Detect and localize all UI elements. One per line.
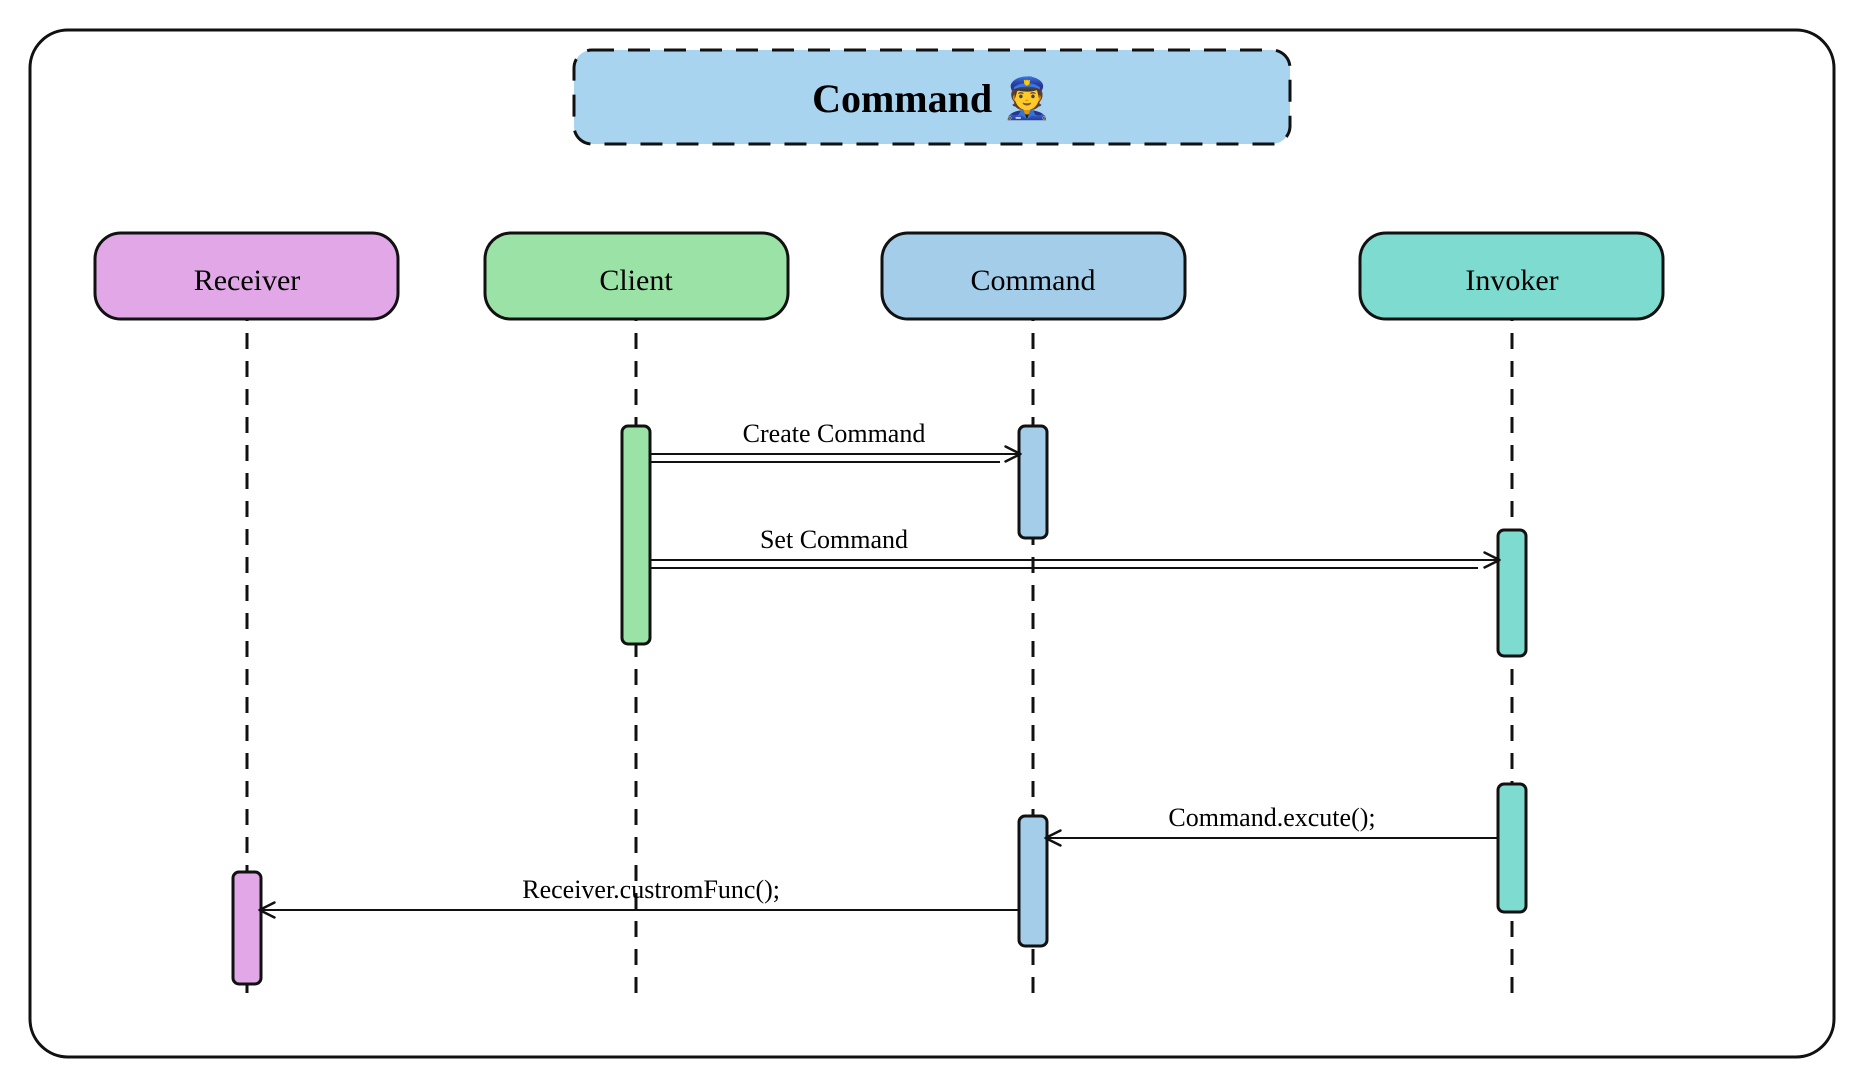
activation-client xyxy=(622,426,650,644)
message-create-command-label: Create Command xyxy=(743,419,926,448)
message-set-command-label: Set Command xyxy=(760,525,908,554)
message-command-execute-label: Command.excute(); xyxy=(1168,803,1375,832)
sequence-diagram: Command 👮 Receiver Client Command Invoke… xyxy=(0,0,1864,1087)
diagram-title: Command 👮 xyxy=(812,74,1052,121)
activation-invoker-1 xyxy=(1498,530,1526,656)
actor-invoker-label: Invoker xyxy=(1465,264,1558,297)
activation-invoker-2 xyxy=(1498,784,1526,912)
activation-command-2 xyxy=(1019,816,1047,946)
activation-receiver xyxy=(233,872,261,984)
diagram-frame xyxy=(30,30,1834,1057)
actor-client-label: Client xyxy=(599,264,673,297)
message-receiver-custom-func-label: Receiver.custromFunc(); xyxy=(522,875,780,904)
actor-command-label: Command xyxy=(971,264,1096,297)
actor-receiver-label: Receiver xyxy=(194,264,301,297)
activation-command-1 xyxy=(1019,426,1047,538)
